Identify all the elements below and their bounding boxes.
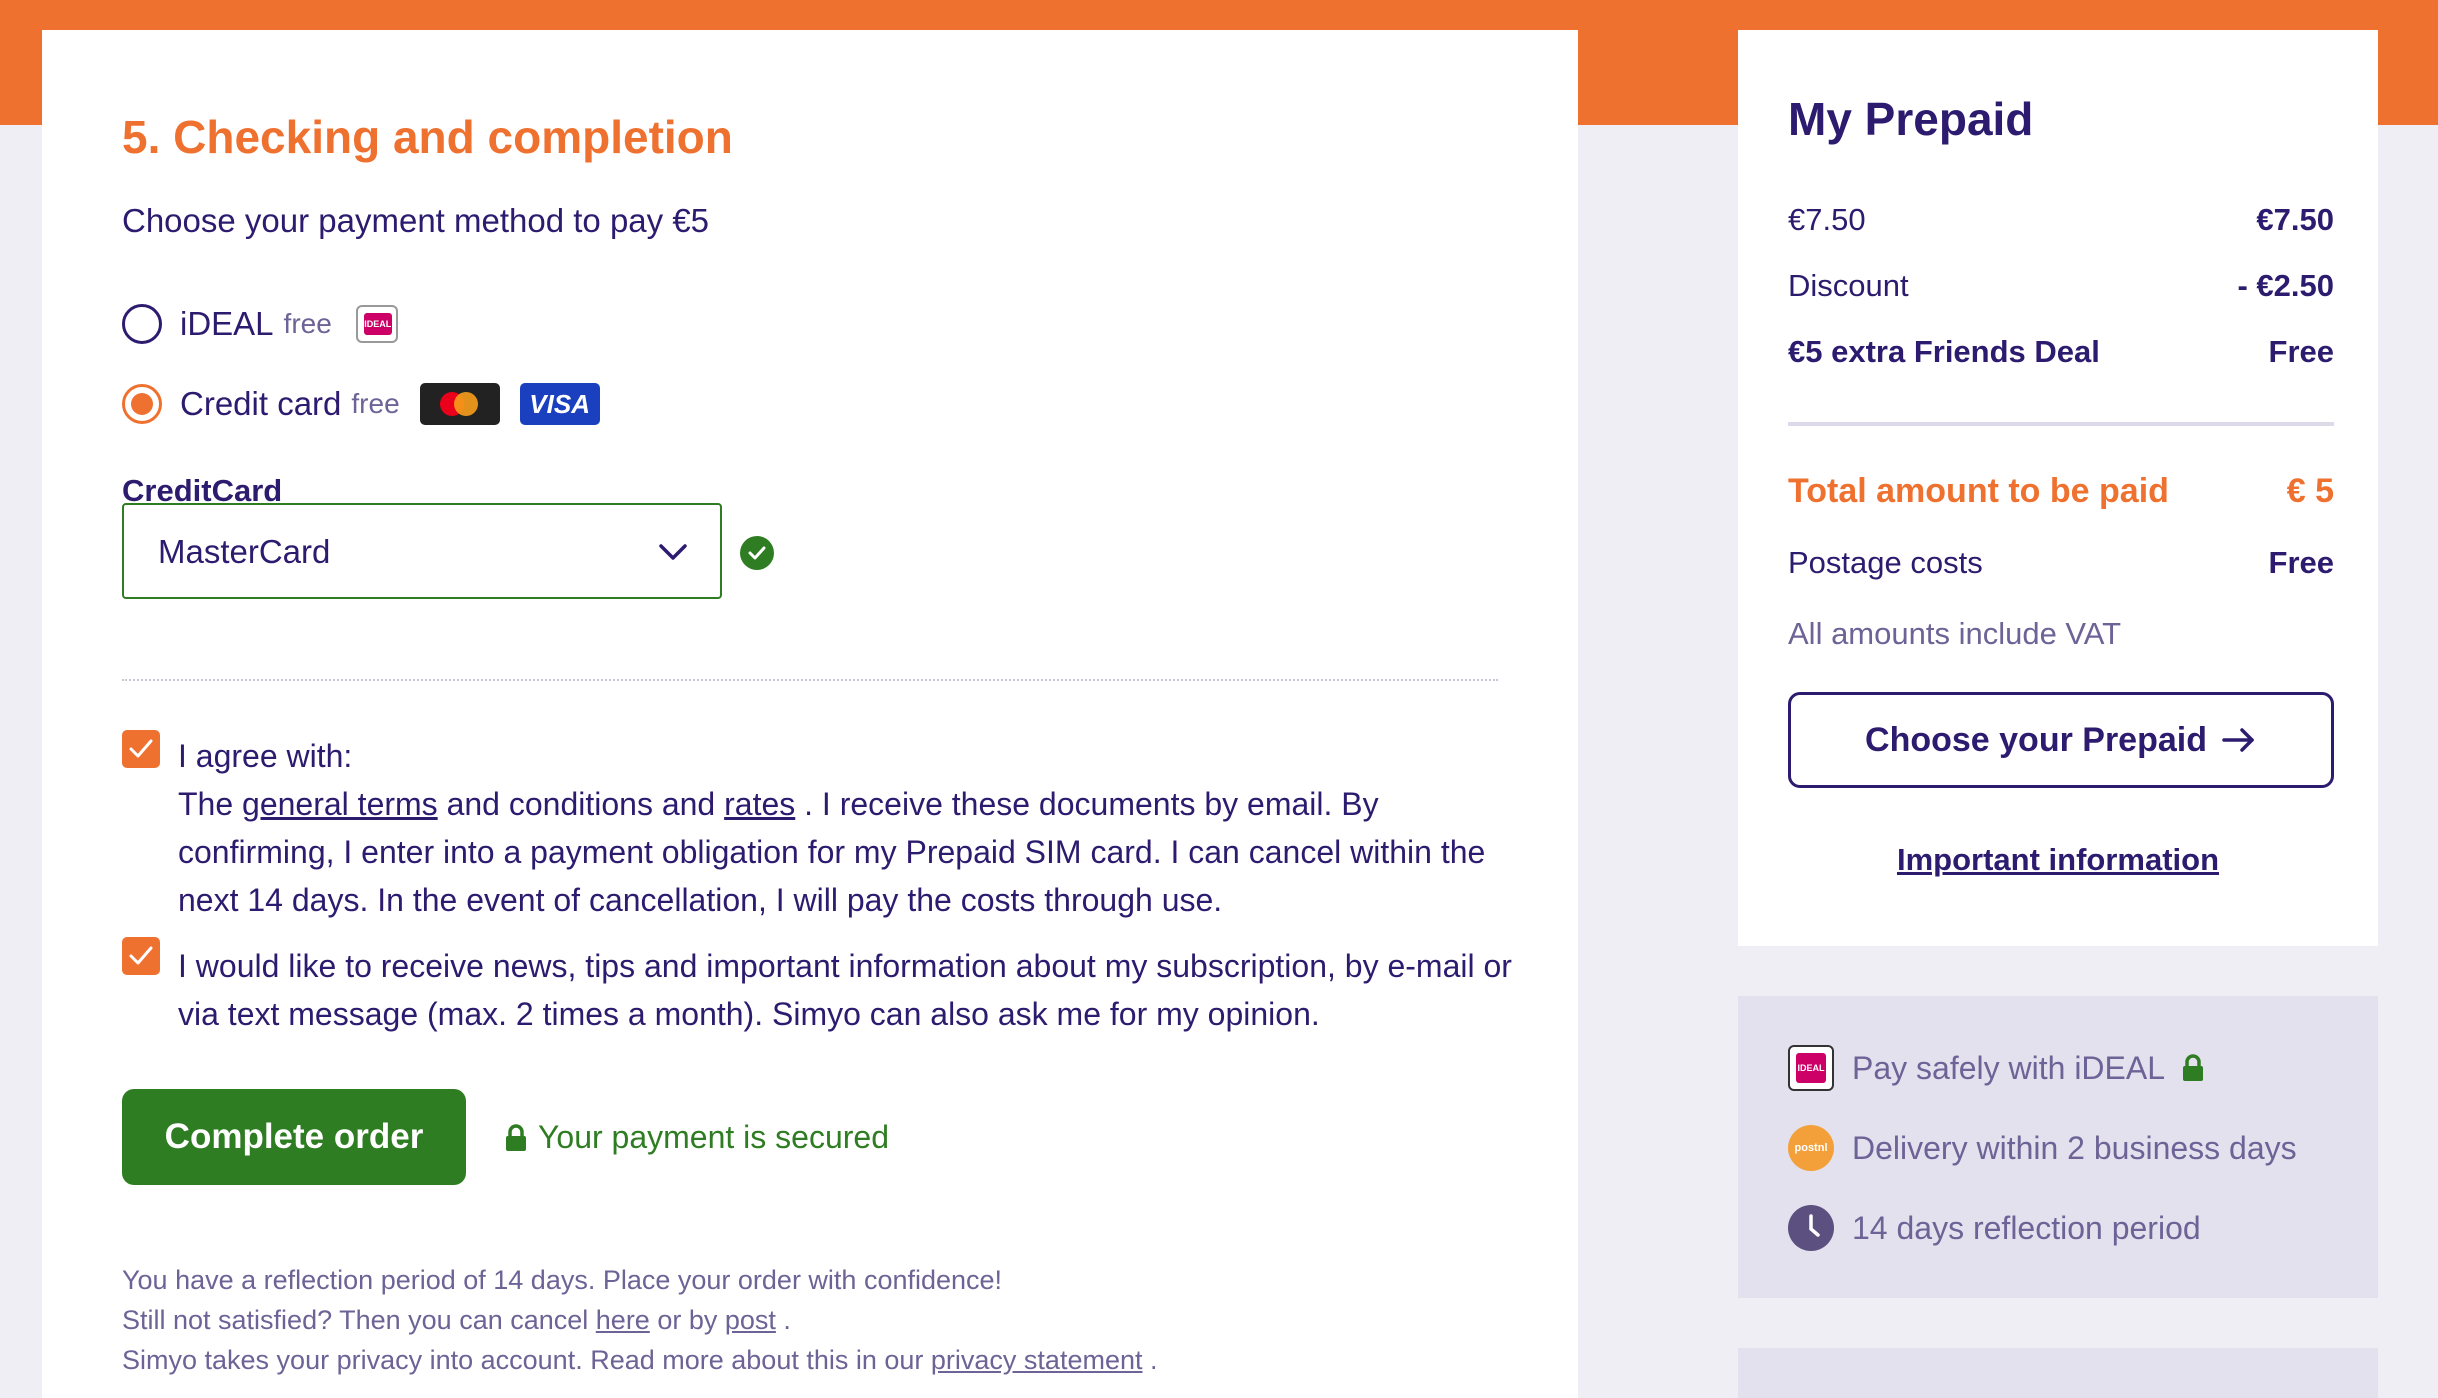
newsletter-text: I would like to receive news, tips and i… — [178, 948, 1512, 1032]
summary-divider — [1788, 422, 2334, 426]
payment-option-ideal[interactable]: iDEAL free IDEAL — [122, 302, 398, 346]
creditcard-radio[interactable] — [122, 384, 162, 424]
creditcard-label: Credit card — [180, 385, 342, 422]
agree-body: The general terms and conditions and rat… — [178, 786, 1486, 918]
mastercard-logo-icon — [419, 383, 500, 425]
general-terms-link[interactable]: general terms — [242, 786, 438, 822]
checkmark-icon — [129, 946, 153, 965]
chevron-down-icon — [659, 544, 687, 560]
clock-icon — [1788, 1205, 1834, 1251]
ideal-radio[interactable] — [122, 304, 162, 344]
visa-logo-icon: VISA — [519, 383, 600, 425]
step-title: 5. Checking and completion — [122, 111, 733, 163]
vat-note: All amounts include VAT — [1788, 616, 2122, 651]
arrow-right-icon — [2222, 728, 2254, 752]
privacy-statement-link[interactable]: privacy statement — [931, 1345, 1143, 1375]
summary-row-price: €7.50 €7.50 — [1788, 202, 2334, 237]
payment-option-creditcard[interactable]: Credit card free VISA — [122, 382, 600, 426]
rates-link[interactable]: rates — [724, 786, 795, 822]
newsletter-checkbox[interactable] — [122, 937, 160, 975]
payment-intro: Choose your payment method to pay €5 — [122, 202, 710, 239]
postnl-icon: postnl — [1788, 1125, 1834, 1171]
secondary-card — [1738, 1348, 2378, 1398]
payment-secured-note: Your payment is secured — [504, 1119, 889, 1156]
summary-title: My Prepaid — [1788, 93, 2034, 145]
ideal-icon: IDEAL — [1788, 1045, 1834, 1091]
check-circle-icon — [740, 536, 774, 570]
summary-row-friends-deal: €5 extra Friends Deal Free — [1788, 334, 2334, 369]
order-summary-card: My Prepaid €7.50 €7.50 Discount - €2.50 … — [1738, 30, 2378, 946]
checkout-card: 5. Checking and completion Choose your p… — [42, 30, 1578, 1398]
reflection-footnote: You have a reflection period of 14 days.… — [122, 1265, 1158, 1375]
summary-row-postage: Postage costs Free — [1788, 545, 2334, 580]
usp-card: IDEAL Pay safely with iDEAL postnl Deliv… — [1738, 996, 2378, 1298]
lock-icon — [506, 1123, 526, 1151]
ideal-fee: free — [283, 308, 332, 339]
agree-checkbox[interactable] — [122, 730, 160, 768]
ideal-label: iDEAL — [180, 305, 274, 342]
creditcard-select-value: MasterCard — [158, 533, 331, 570]
usp-reflection: 14 days reflection period — [1788, 1205, 2201, 1251]
agree-intro: I agree with: — [178, 738, 353, 774]
section-divider — [122, 679, 1498, 681]
important-information-link[interactable]: Important information — [1738, 842, 2378, 878]
checkmark-icon — [129, 739, 153, 758]
usp-delivery: postnl Delivery within 2 business days — [1788, 1125, 2297, 1171]
usp-ideal: IDEAL Pay safely with iDEAL — [1788, 1045, 2205, 1091]
summary-row-discount: Discount - €2.50 — [1788, 268, 2334, 303]
cancel-post-link[interactable]: post — [725, 1305, 776, 1335]
secured-text: Your payment is secured — [538, 1119, 890, 1155]
creditcard-select[interactable]: MasterCard — [122, 503, 722, 599]
complete-order-button[interactable]: Complete order — [122, 1089, 466, 1185]
choose-prepaid-button[interactable]: Choose your Prepaid — [1788, 692, 2334, 788]
creditcard-fee: free — [351, 388, 400, 419]
cancel-here-link[interactable]: here — [596, 1305, 650, 1335]
summary-total: Total amount to be paid € 5 — [1788, 472, 2334, 510]
terms-agreement-text: I agree with: The general terms and cond… — [178, 732, 1518, 924]
ideal-logo-icon: IDEAL — [355, 305, 398, 343]
lock-icon — [2183, 1054, 2204, 1081]
